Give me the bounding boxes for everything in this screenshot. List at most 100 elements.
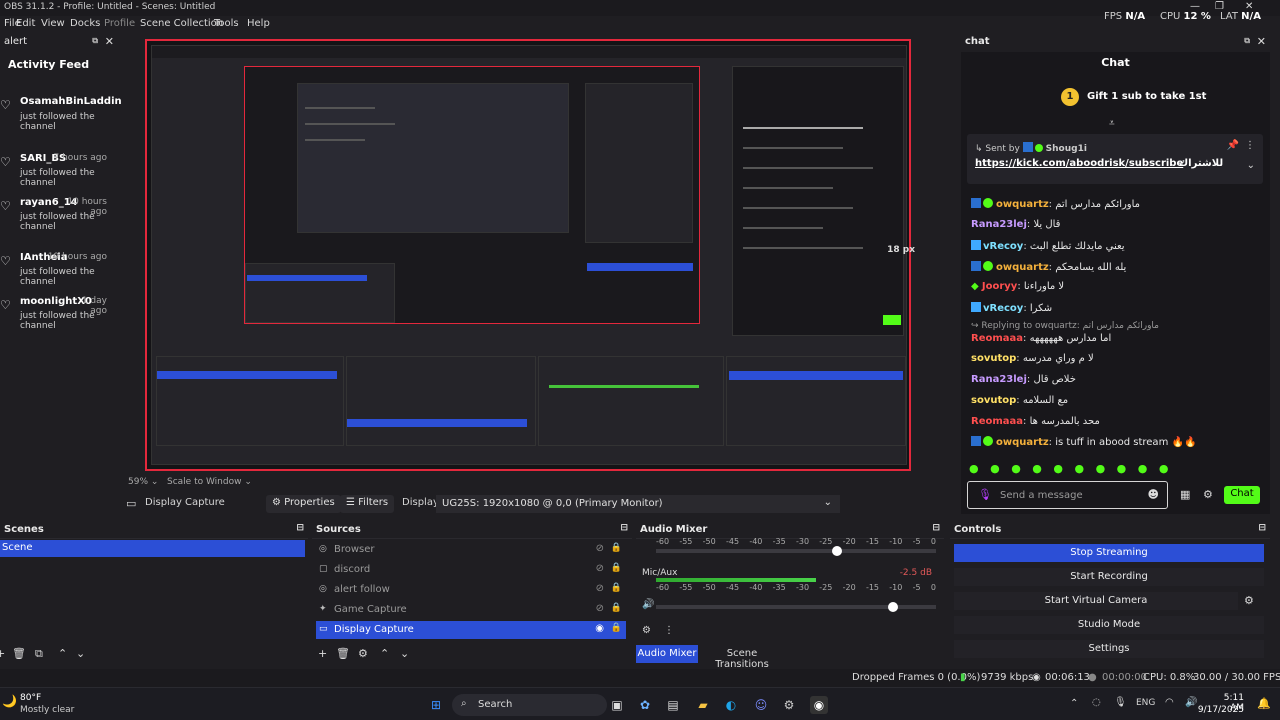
chat-user[interactable]: Rana23lej [971, 219, 1027, 230]
source-row[interactable]: ✦ Game Capture ⊘ 🔒 [316, 601, 626, 619]
microphone-icon[interactable]: 🎙 [1114, 697, 1127, 708]
eye-off-icon[interactable]: ⊘ [596, 583, 604, 594]
float-icon[interactable]: ⧉ [92, 36, 98, 46]
volume-handle[interactable] [832, 546, 842, 556]
menu-profile[interactable]: Profile [104, 18, 135, 29]
studio-mode-button[interactable]: Studio Mode [954, 616, 1264, 634]
gear-icon[interactable]: ⚙ [642, 625, 651, 636]
language-indicator[interactable]: ENG [1136, 698, 1155, 708]
dock-menu-icon[interactable]: ⊟ [1258, 523, 1266, 533]
wifi-icon[interactable]: ◠ [1165, 697, 1174, 708]
display-select[interactable]: UG25S: 1920x1080 @ 0,0 (Primary Monitor)… [436, 495, 840, 513]
scale-label[interactable]: Scale to Window [167, 477, 241, 487]
lock-icon[interactable]: 🔒 [611, 603, 622, 613]
source-row[interactable]: ▢ discord ⊘ 🔒 [316, 561, 626, 579]
chat-user[interactable]: Rana23lej [971, 374, 1027, 385]
dock-menu-icon[interactable]: ⊟ [620, 523, 628, 533]
mic-volume-handle[interactable] [888, 602, 898, 612]
volume-track[interactable] [656, 549, 936, 553]
preview-canvas[interactable]: 18 px [145, 39, 915, 471]
menu-scene-collection[interactable]: Scene Collection [140, 18, 223, 29]
chat-user[interactable]: owquartz [996, 437, 1049, 448]
move-down-icon[interactable]: ⌄ [76, 647, 85, 660]
source-row[interactable]: ◎ alert follow ⊘ 🔒 [316, 581, 626, 599]
eye-off-icon[interactable]: ⊘ [596, 603, 604, 614]
move-down-icon[interactable]: ⌄ [400, 647, 409, 660]
chat-user[interactable]: sovutop [971, 395, 1016, 406]
chat-user[interactable]: owquartz [996, 262, 1049, 273]
move-up-icon[interactable]: ⌃ [58, 647, 67, 660]
filters-button[interactable]: ☰ Filters [340, 495, 395, 513]
edge-icon[interactable]: ◐ [722, 696, 740, 714]
start-virtual-camera-button[interactable]: Start Virtual Camera [954, 592, 1238, 610]
task-view-icon[interactable]: ▣ [608, 696, 626, 714]
menu-tools[interactable]: Tools [214, 18, 239, 29]
lock-icon[interactable]: 🔒 [611, 583, 622, 593]
gear-icon[interactable]: ⚙ [1203, 488, 1213, 501]
clock-date[interactable]: 9/17/2025 [1196, 705, 1244, 715]
speaker-icon[interactable]: 🔊 [642, 599, 654, 610]
chat-user[interactable]: vRecoy [983, 303, 1023, 314]
chat-user[interactable]: Jooryy [982, 281, 1017, 292]
menu-edit[interactable]: Edit [16, 18, 35, 29]
lock-icon[interactable]: 🔒 [611, 543, 622, 553]
more-icon[interactable]: ⋮ [1245, 140, 1255, 151]
close-icon[interactable]: ✕ [1257, 35, 1266, 48]
tray-icon[interactable]: ◌ [1092, 697, 1101, 708]
steam-icon[interactable]: ⚙ [780, 696, 798, 714]
gear-icon[interactable]: ⚙ [358, 647, 368, 660]
menu-view[interactable]: View [41, 18, 65, 29]
windows-start-icon[interactable]: ⊞ [427, 696, 445, 714]
close-icon[interactable]: ✕ [105, 35, 114, 48]
obs-icon[interactable]: ◉ [810, 696, 828, 714]
float-icon[interactable]: ⧉ [1244, 36, 1250, 46]
chat-user[interactable]: vRecoy [983, 241, 1023, 252]
chevron-up-icon[interactable]: ⌃ [1070, 698, 1078, 709]
collapse-icon[interactable]: ⩡ [1109, 118, 1115, 129]
scene-row[interactable]: Scene [0, 540, 305, 557]
filter-icon[interactable]: ⧉ [35, 647, 43, 661]
taskbar-search[interactable]: ⌕ Search [452, 694, 607, 716]
start-recording-button[interactable]: Start Recording [954, 568, 1264, 586]
stop-streaming-button[interactable]: Stop Streaming [954, 544, 1264, 562]
source-row-selected[interactable]: ▭ Display Capture ◉ 🔒 [316, 621, 626, 639]
properties-button[interactable]: ⚙ Properties [266, 495, 341, 513]
eye-off-icon[interactable]: ⊘ [596, 543, 604, 554]
move-up-icon[interactable]: ⌃ [380, 647, 389, 660]
more-icon[interactable]: ⋮ [664, 625, 674, 636]
dock-menu-icon[interactable]: ⊟ [296, 523, 304, 533]
lock-icon[interactable]: 🔒 [611, 623, 622, 633]
pinned-link[interactable]: https://kick.com/aboodrisk/subscribe [975, 158, 1183, 169]
copilot-icon[interactable]: ✿ [636, 696, 654, 714]
add-icon[interactable]: + [0, 647, 5, 660]
chat-send-button[interactable]: Chat [1224, 486, 1260, 504]
store-icon[interactable]: ▤ [664, 696, 682, 714]
folder-icon[interactable]: ▰ [694, 696, 712, 714]
microphone-icon[interactable]: 🎙 [978, 488, 992, 501]
emoji-icon[interactable]: ☻ [1148, 488, 1159, 501]
lock-icon[interactable]: 🔒 [611, 563, 622, 573]
dock-menu-icon[interactable]: ⊟ [932, 523, 940, 533]
chat-user[interactable]: owquartz [996, 199, 1049, 210]
trash-icon[interactable]: 🗑 [336, 647, 350, 660]
chevron-down-icon[interactable]: ⌄ [1247, 160, 1255, 171]
emote-bar[interactable]: ● ● ● ● ● ● ● ● ● ● [969, 462, 1172, 475]
add-icon[interactable]: + [318, 647, 327, 660]
gift-banner[interactable]: 1 Gift 1 sub to take 1st [1061, 88, 1206, 106]
eye-icon[interactable]: ◉ [595, 623, 604, 634]
settings-button[interactable]: Settings [954, 640, 1264, 658]
chat-user[interactable]: sovutop [971, 353, 1016, 364]
menu-docks[interactable]: Docks [70, 18, 100, 29]
notification-icon[interactable]: 🔔 [1257, 697, 1271, 710]
eye-off-icon[interactable]: ⊘ [596, 563, 604, 574]
chat-user[interactable]: Reomaaa [971, 416, 1023, 427]
pin-icon[interactable]: 📌 [1227, 140, 1239, 151]
discord-icon[interactable]: ☺ [752, 696, 770, 714]
gear-icon[interactable]: ⚙ [1244, 594, 1254, 607]
calendar-icon[interactable]: ▦ [1180, 488, 1190, 501]
source-row[interactable]: ◎ Browser ⊘ 🔒 [316, 541, 626, 559]
menu-help[interactable]: Help [247, 18, 270, 29]
trash-icon[interactable]: 🗑 [12, 647, 26, 660]
chat-user[interactable]: Reomaaa [971, 333, 1023, 344]
chat-input[interactable]: 🎙 Send a message ☻ [967, 481, 1168, 509]
